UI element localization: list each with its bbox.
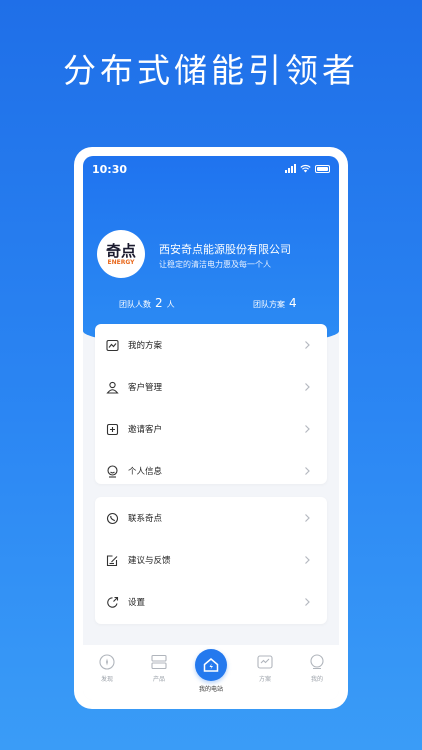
tab-discover[interactable]: 发现 xyxy=(87,653,127,683)
mine-icon xyxy=(308,653,326,671)
tab-bar: 发现 产品 我的电站 方案 我的 xyxy=(83,645,339,700)
team-plans-value: 4 xyxy=(289,296,297,310)
menu-item-label: 客户管理 xyxy=(128,383,163,393)
status-bar: 10:30 xyxy=(83,156,339,182)
customer-icon xyxy=(105,380,119,394)
phone-icon xyxy=(105,511,119,525)
status-icons xyxy=(285,164,330,173)
team-plans-label: 团队方案 xyxy=(253,300,285,309)
chevron-right-icon xyxy=(305,467,310,475)
profile-header: 10:30 奇点 ENERGY 西安奇点能源股份有限公司 让稳定的清洁电力惠及每… xyxy=(83,156,339,346)
station-home-icon xyxy=(195,649,227,681)
wifi-icon xyxy=(300,164,311,173)
tab-label: 我的 xyxy=(310,676,323,683)
team-people-stat: 团队人数 2 人 xyxy=(119,296,175,310)
team-people-value: 2 xyxy=(155,296,163,310)
chevron-right-icon xyxy=(305,514,310,522)
chevron-right-icon xyxy=(305,425,310,433)
discover-icon xyxy=(98,653,116,671)
app-screen: 10:30 奇点 ENERGY 西安奇点能源股份有限公司 让稳定的清洁电力惠及每… xyxy=(83,156,339,700)
settings-icon xyxy=(105,595,119,609)
company-logo: 奇点 ENERGY xyxy=(97,230,145,278)
menu-item-feedback[interactable]: 建议与反馈 xyxy=(95,539,327,581)
tab-mine[interactable]: 我的 xyxy=(297,653,337,683)
feedback-icon xyxy=(105,553,119,567)
menu-item-label: 邀请客户 xyxy=(128,425,163,435)
tab-my-station[interactable]: 我的电站 xyxy=(189,649,233,693)
products-icon xyxy=(150,653,168,671)
tab-label: 发现 xyxy=(100,676,113,683)
add-icon xyxy=(105,422,119,436)
tab-label: 方案 xyxy=(258,676,271,683)
menu-item-label: 我的方案 xyxy=(128,341,163,351)
team-plans-stat: 团队方案 4 xyxy=(253,296,297,310)
company-slogan: 让稳定的清洁电力惠及每一个人 xyxy=(159,260,271,269)
menu-item-label: 设置 xyxy=(128,598,146,608)
chevron-right-icon xyxy=(305,341,310,349)
menu-item-customer-management[interactable]: 客户管理 xyxy=(95,366,327,408)
tab-plans[interactable]: 方案 xyxy=(245,653,285,683)
chevron-right-icon xyxy=(305,556,310,564)
plans-icon xyxy=(256,653,274,671)
team-people-label: 团队人数 xyxy=(119,300,151,309)
menu-item-label: 联系奇点 xyxy=(128,514,163,524)
tab-label: 我的电站 xyxy=(198,686,223,693)
chevron-right-icon xyxy=(305,598,310,606)
menu-item-contact[interactable]: 联系奇点 xyxy=(95,497,327,539)
menu-item-label: 个人信息 xyxy=(128,467,163,477)
battery-icon xyxy=(315,164,330,173)
menu-item-personal-info[interactable]: 个人信息 xyxy=(95,450,327,492)
phone-frame: 10:30 奇点 ENERGY 西安奇点能源股份有限公司 让稳定的清洁电力惠及每… xyxy=(74,147,348,709)
menu-item-my-plans[interactable]: 我的方案 xyxy=(95,324,327,366)
menu-item-settings[interactable]: 设置 xyxy=(95,581,327,623)
status-time: 10:30 xyxy=(92,163,128,176)
menu-card-support: 联系奇点 建议与反馈 设置 xyxy=(95,497,327,624)
menu-item-label: 建议与反馈 xyxy=(128,556,171,566)
tab-products[interactable]: 产品 xyxy=(139,653,179,683)
person-icon xyxy=(105,464,119,478)
team-people-unit: 人 xyxy=(166,300,175,309)
tab-label: 产品 xyxy=(152,676,165,683)
company-name: 西安奇点能源股份有限公司 xyxy=(159,243,291,256)
chevron-right-icon xyxy=(305,383,310,391)
chart-icon xyxy=(105,338,119,352)
logo-subtext: ENERGY xyxy=(107,258,135,266)
headline: 分布式储能引领者 xyxy=(63,51,359,90)
logo-text: 奇点 xyxy=(105,241,136,260)
menu-card-main: 我的方案 客户管理 邀请客户 个人信息 xyxy=(95,324,327,484)
menu-item-invite-customer[interactable]: 邀请客户 xyxy=(95,408,327,450)
signal-icon xyxy=(285,164,296,173)
